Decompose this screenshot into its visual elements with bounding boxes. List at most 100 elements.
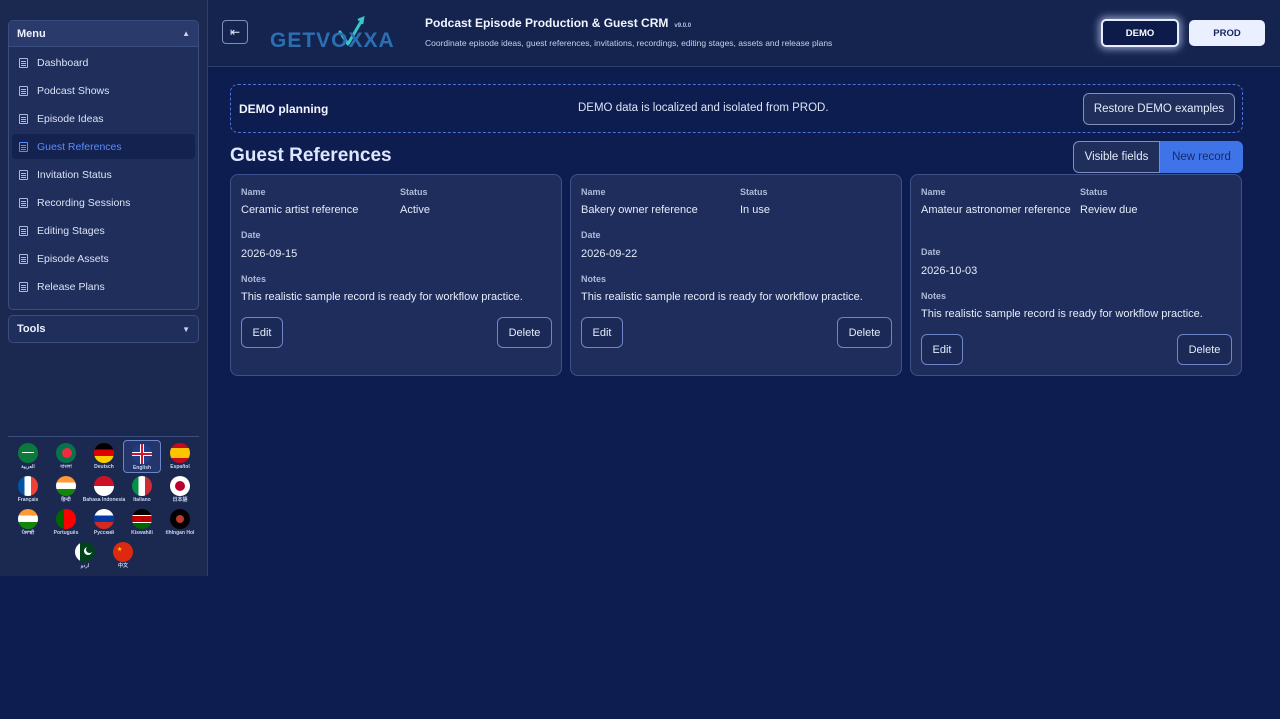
document-icon bbox=[19, 281, 28, 292]
visible-fields-button[interactable]: Visible fields bbox=[1073, 141, 1160, 173]
record-date: 2026-09-15 bbox=[241, 248, 298, 260]
sidebar-item-label: Episode Ideas bbox=[37, 112, 104, 125]
field-label-notes: Notes bbox=[581, 274, 607, 284]
flag-icon bbox=[94, 509, 114, 529]
language-option[interactable]: Bahasa Indonesia bbox=[82, 473, 126, 506]
demo-mode-button[interactable]: DEMO bbox=[1101, 19, 1179, 47]
language-option[interactable]: العربية bbox=[9, 440, 47, 473]
flag-icon bbox=[56, 476, 76, 496]
sidebar-item-label: Editing Stages bbox=[37, 224, 105, 237]
language-option[interactable]: اردو bbox=[66, 539, 104, 572]
language-option[interactable]: Français bbox=[9, 473, 47, 506]
sidebar-item-editing-stages[interactable]: Editing Stages bbox=[12, 218, 195, 243]
language-option[interactable]: English bbox=[123, 440, 161, 473]
edit-button[interactable]: Edit bbox=[241, 317, 283, 348]
sidebar-item-podcast-shows[interactable]: Podcast Shows bbox=[12, 78, 195, 103]
flag-icon bbox=[75, 542, 95, 562]
flag-icon: ★ bbox=[113, 542, 133, 562]
language-option[interactable]: 日本語 bbox=[161, 473, 199, 506]
edit-button[interactable]: Edit bbox=[581, 317, 623, 348]
app-subtitle: Coordinate episode ideas, guest referenc… bbox=[425, 38, 833, 48]
document-icon bbox=[19, 141, 28, 152]
field-label-date: Date bbox=[581, 230, 601, 240]
sidebar-item-label: Invitation Status bbox=[37, 168, 112, 181]
record-notes: This realistic sample record is ready fo… bbox=[241, 291, 523, 303]
language-option[interactable]: Kiswahili bbox=[123, 506, 161, 539]
record-name: Bakery owner reference bbox=[581, 204, 698, 216]
collapse-menu-icon: ⇤ bbox=[229, 25, 241, 39]
document-icon bbox=[19, 113, 28, 124]
flag-icon bbox=[132, 476, 152, 496]
sidebar-item-episode-ideas[interactable]: Episode Ideas bbox=[12, 106, 195, 131]
language-name: 中文 bbox=[117, 563, 128, 569]
menu-header[interactable]: Menu ▲ bbox=[9, 21, 198, 47]
app-header: ⇤ GETVOXXA Podcast Episode Production & … bbox=[208, 0, 1280, 67]
delete-button[interactable]: Delete bbox=[497, 317, 552, 348]
record-card: Name Ceramic artist reference Status Active… bbox=[230, 174, 562, 376]
sidebar-item-episode-assets[interactable]: Episode Assets bbox=[12, 246, 195, 271]
language-name: हिन्दी bbox=[61, 497, 71, 503]
delete-button[interactable]: Delete bbox=[837, 317, 892, 348]
language-option[interactable]: Deutsch bbox=[85, 440, 123, 473]
language-name: Русский bbox=[93, 530, 115, 536]
sidebar-item-dashboard[interactable]: Dashboard bbox=[12, 50, 195, 75]
chevron-down-icon: ▼ bbox=[182, 324, 190, 334]
flag-icon bbox=[94, 443, 114, 463]
record-card: Name Bakery owner reference Status In use Da… bbox=[570, 174, 902, 376]
flag-icon bbox=[18, 443, 38, 463]
language-name: العربية bbox=[21, 464, 35, 470]
flag-icon bbox=[94, 476, 114, 496]
page-title: Guest References bbox=[230, 145, 392, 166]
language-option[interactable]: ★ 中文 bbox=[104, 539, 142, 572]
language-name: Bahasa Indonesia bbox=[82, 497, 126, 503]
flag-icon bbox=[18, 476, 38, 496]
record-notes: This realistic sample record is ready fo… bbox=[581, 291, 863, 303]
sidebar-item-release-plans[interactable]: Release Plans bbox=[12, 274, 195, 299]
language-name: Português bbox=[53, 530, 79, 536]
new-record-button[interactable]: New record bbox=[1160, 141, 1243, 173]
menu-panel: Menu ▲ Dashboard Podcast Shows Episode Ide… bbox=[8, 20, 199, 310]
sidebar-item-recording-sessions[interactable]: Recording Sessions bbox=[12, 190, 195, 215]
restore-demo-button[interactable]: Restore DEMO examples bbox=[1083, 93, 1235, 125]
language-option[interactable]: ਪੰਜਾਬੀ bbox=[9, 506, 47, 539]
language-option[interactable]: বাংলা bbox=[47, 440, 85, 473]
sidebar-item-guest-references[interactable]: Guest References bbox=[12, 134, 195, 159]
language-name: Deutsch bbox=[94, 464, 114, 470]
tools-header[interactable]: Tools ▼ bbox=[9, 316, 198, 342]
language-name: Kiswahili bbox=[131, 530, 153, 536]
tools-title: Tools bbox=[17, 323, 46, 335]
sidebar: Menu ▲ Dashboard Podcast Shows Episode Ide… bbox=[0, 0, 208, 576]
flag-icon bbox=[56, 509, 76, 529]
record-notes: This realistic sample record is ready fo… bbox=[921, 308, 1203, 320]
delete-button[interactable]: Delete bbox=[1177, 334, 1232, 365]
language-option[interactable]: tlhIngan Hol bbox=[161, 506, 199, 539]
record-card: Name Amateur astronomer reference Status Re… bbox=[910, 174, 1242, 376]
flag-icon bbox=[132, 509, 152, 529]
flag-icon bbox=[56, 443, 76, 463]
field-label-date: Date bbox=[921, 247, 941, 257]
flag-icon bbox=[170, 476, 190, 496]
language-option[interactable]: Español bbox=[161, 440, 199, 473]
language-name: Français bbox=[17, 497, 39, 503]
record-name: Ceramic artist reference bbox=[241, 204, 359, 216]
language-option[interactable]: Português bbox=[47, 506, 85, 539]
field-label-status: Status bbox=[1080, 187, 1108, 197]
record-name: Amateur astronomer reference bbox=[921, 204, 1071, 216]
nav-list: Dashboard Podcast Shows Episode Ideas Guest… bbox=[9, 50, 198, 299]
language-option[interactable]: हिन्दी bbox=[47, 473, 85, 506]
field-label-notes: Notes bbox=[921, 291, 947, 301]
edit-button[interactable]: Edit bbox=[921, 334, 963, 365]
language-name: Español bbox=[170, 464, 190, 470]
sidebar-item-label: Episode Assets bbox=[37, 252, 109, 265]
language-option[interactable]: Русский bbox=[85, 506, 123, 539]
document-icon bbox=[19, 253, 28, 264]
app-version: v9.0.0 bbox=[674, 23, 692, 29]
language-option[interactable]: Italiano bbox=[123, 473, 161, 506]
sidebar-toggle-button[interactable]: ⇤ bbox=[222, 20, 248, 44]
sidebar-item-label: Dashboard bbox=[37, 56, 89, 69]
sidebar-item-invitation-status[interactable]: Invitation Status bbox=[12, 162, 195, 187]
field-label-status: Status bbox=[400, 187, 428, 197]
flag-icon bbox=[170, 443, 190, 463]
field-label-name: Name bbox=[241, 187, 266, 197]
prod-mode-button[interactable]: PROD bbox=[1189, 20, 1265, 46]
